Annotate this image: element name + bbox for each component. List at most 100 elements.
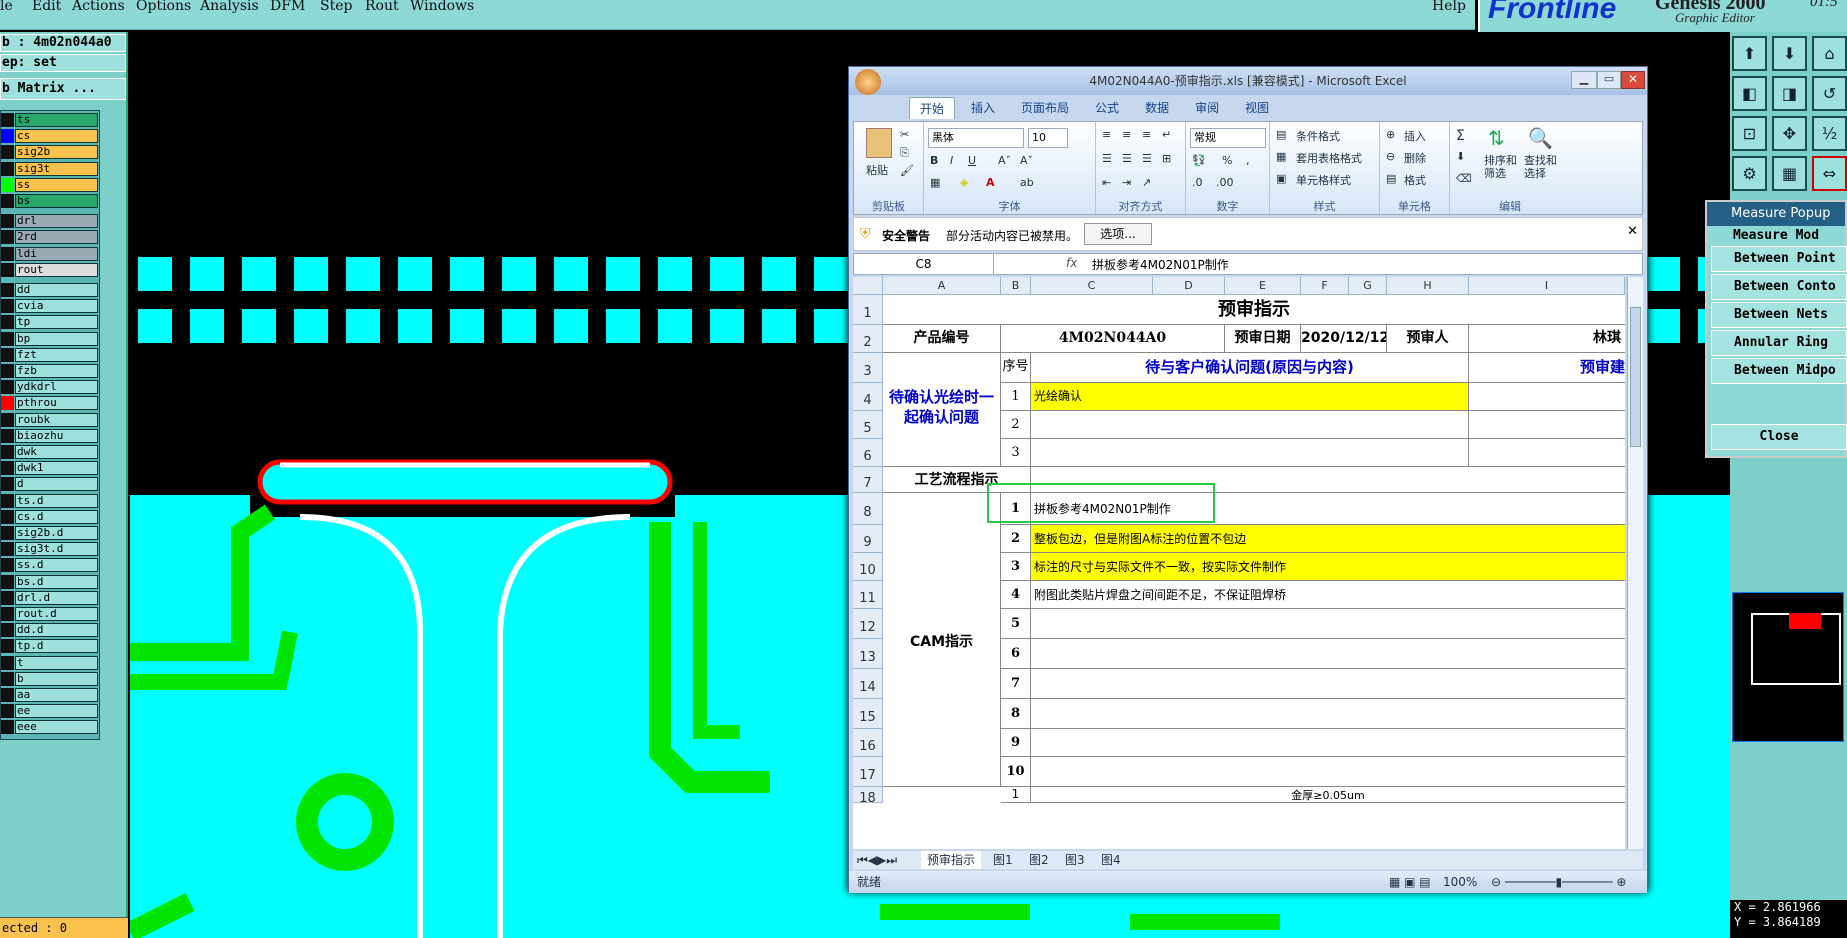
row-header[interactable]: 10 xyxy=(853,553,883,581)
sheet-tab-fig2[interactable]: 图2 xyxy=(1029,851,1049,869)
layer-item[interactable]: drl xyxy=(15,214,98,229)
tab-formulas[interactable]: 公式 xyxy=(1085,97,1129,119)
tool-icon-3[interactable]: ⌂ xyxy=(1812,36,1847,71)
measure-between-contour[interactable]: Between Conto xyxy=(1711,274,1847,300)
layer-item[interactable]: b xyxy=(15,671,98,686)
vertical-scrollbar[interactable] xyxy=(1627,277,1643,849)
tab-review[interactable]: 审阅 xyxy=(1185,97,1229,119)
table-format-button[interactable]: 套用表格格式 xyxy=(1296,150,1362,166)
column-header[interactable]: B xyxy=(1001,277,1031,295)
layer-item[interactable]: 2rd xyxy=(15,230,98,245)
layer-item[interactable]: drl.d xyxy=(15,590,98,605)
align-left-icon[interactable]: ☰ xyxy=(1102,152,1112,165)
layer-item[interactable]: sig3t.d xyxy=(15,542,98,557)
row-header[interactable]: 12 xyxy=(853,609,883,639)
decrease-decimal-icon[interactable]: .00 xyxy=(1216,176,1234,189)
pending-note[interactable] xyxy=(1469,411,1625,439)
menu-actions[interactable]: Actions xyxy=(72,0,125,14)
tool-icon-11[interactable]: ▦ xyxy=(1772,156,1807,191)
menu-rout[interactable]: Rout xyxy=(365,0,399,14)
currency-icon[interactable]: 💱 xyxy=(1192,154,1206,167)
sheet-tab-fig1[interactable]: 图1 xyxy=(993,851,1013,869)
tool-icon-7[interactable]: ⊡ xyxy=(1732,116,1767,151)
phonetic-icon[interactable]: ab xyxy=(1020,176,1034,189)
cam-item[interactable]: 标注的尺寸与实际文件不一致，按实际文件制作 xyxy=(1031,553,1625,581)
tool-icon-8[interactable]: ✥ xyxy=(1772,116,1807,151)
align-right-icon[interactable]: ☰ xyxy=(1142,152,1152,165)
row-header[interactable]: 14 xyxy=(853,669,883,699)
tool-icon-2[interactable]: ⬇ xyxy=(1772,36,1807,71)
pending-note[interactable] xyxy=(1469,383,1625,411)
corner-cell[interactable] xyxy=(853,277,883,295)
align-bottom-icon[interactable]: ≡ xyxy=(1142,128,1151,141)
tool-icon-9[interactable]: ½ xyxy=(1812,116,1847,151)
pending-item[interactable] xyxy=(1031,411,1469,439)
fill-color-icon[interactable]: ◈ xyxy=(960,176,968,189)
row-header[interactable]: 2 xyxy=(853,325,883,353)
close-icon[interactable]: ✕ xyxy=(1621,71,1645,89)
formula-input[interactable]: 拼板参考4M02N01P制作 xyxy=(1092,256,1229,273)
tool-icon-4[interactable]: ◧ xyxy=(1732,76,1767,111)
zoom-level[interactable]: 100% xyxy=(1443,871,1477,893)
layer-item[interactable]: dd.d xyxy=(15,623,98,638)
layer-item[interactable]: roubk xyxy=(15,412,98,427)
row-header[interactable]: 3 xyxy=(853,353,883,383)
fill-icon[interactable]: ⬇ xyxy=(1456,150,1465,163)
column-header[interactable]: H xyxy=(1387,277,1469,295)
job-field[interactable]: b : 4m02n044a0 xyxy=(0,34,126,52)
tab-view[interactable]: 视图 xyxy=(1235,97,1279,119)
align-center-icon[interactable]: ☰ xyxy=(1122,152,1132,165)
row-header[interactable]: 5 xyxy=(853,411,883,439)
menu-dfm[interactable]: DFM xyxy=(270,0,305,14)
step-field[interactable]: ep: set xyxy=(0,54,126,72)
matrix-button[interactable]: b Matrix ... xyxy=(0,78,126,100)
menu-edit[interactable]: Edit xyxy=(32,0,61,14)
tool-icon-5[interactable]: ◨ xyxy=(1772,76,1807,111)
font-size-select[interactable]: 10 xyxy=(1028,128,1068,148)
row-header[interactable]: 1 xyxy=(853,295,883,325)
layer-item[interactable]: ss.d xyxy=(15,558,98,573)
tab-page-layout[interactable]: 页面布局 xyxy=(1011,97,1079,119)
function-icon[interactable]: fx xyxy=(1066,256,1077,270)
column-header[interactable]: I xyxy=(1469,277,1625,295)
menu-analysis[interactable]: Analysis xyxy=(200,0,259,14)
layer-item[interactable]: dwk xyxy=(15,445,98,459)
measure-between-nets[interactable]: Between Nets xyxy=(1711,302,1847,328)
layer-item[interactable]: dwk1 xyxy=(15,461,98,476)
cam-item[interactable] xyxy=(1031,639,1625,669)
align-top-icon[interactable]: ≡ xyxy=(1102,128,1111,141)
font-name-select[interactable]: 黑体 xyxy=(928,128,1024,148)
cell-style-button[interactable]: 单元格样式 xyxy=(1296,172,1351,188)
layer-item[interactable]: rout.d xyxy=(15,607,98,621)
column-header[interactable]: D xyxy=(1153,277,1225,295)
zoom-slider[interactable]: ⊖ ───────▮─────── ⊕ xyxy=(1491,871,1627,893)
menu-windows[interactable]: Windows xyxy=(410,0,474,14)
column-header[interactable]: G xyxy=(1349,277,1387,295)
cam-item[interactable] xyxy=(1031,609,1625,639)
layer-item[interactable]: tp xyxy=(15,315,98,330)
layer-item[interactable]: ss xyxy=(15,177,98,192)
underline-icon[interactable]: U xyxy=(968,154,976,167)
pending-note[interactable] xyxy=(1469,439,1625,467)
layer-item[interactable]: bp xyxy=(15,331,98,346)
number-format-select[interactable]: 常规 xyxy=(1190,128,1266,148)
tab-data[interactable]: 数据 xyxy=(1135,97,1179,119)
layer-item[interactable]: ts xyxy=(15,113,98,127)
cam-item[interactable] xyxy=(1031,669,1625,699)
layer-item[interactable]: ee xyxy=(15,704,98,719)
layer-item[interactable]: rout xyxy=(15,262,98,277)
align-middle-icon[interactable]: ≡ xyxy=(1122,128,1131,141)
insert-cells-button[interactable]: 插入 xyxy=(1404,128,1426,144)
shrink-font-icon[interactable]: A˅ xyxy=(1020,154,1033,167)
sort-filter-button[interactable]: 排序和 筛选 xyxy=(1484,154,1517,180)
row-header[interactable]: 17 xyxy=(853,757,883,787)
security-options-button[interactable]: 选项... xyxy=(1084,223,1152,245)
layer-item[interactable]: tp.d xyxy=(15,639,98,654)
tool-icon-6[interactable]: ↺ xyxy=(1812,76,1847,111)
font-color-icon[interactable]: A xyxy=(986,176,995,189)
percent-icon[interactable]: % xyxy=(1222,154,1232,167)
comma-icon[interactable]: , xyxy=(1246,154,1250,167)
maximize-icon[interactable]: ▭ xyxy=(1597,71,1621,89)
name-box[interactable]: C8 xyxy=(854,254,994,274)
layer-item[interactable]: sig2b.d xyxy=(15,526,98,540)
